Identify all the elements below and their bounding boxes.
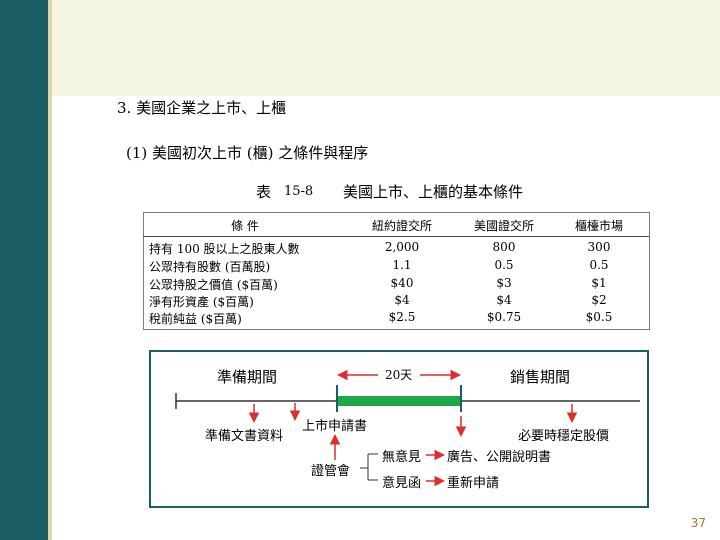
page-number: 37 bbox=[690, 516, 706, 530]
sec-label: 證管會 bbox=[311, 464, 351, 479]
timeline-graphics bbox=[175, 369, 640, 487]
comment-letter-label: 意見函 bbox=[382, 476, 422, 491]
stabilize-label: 必要時穩定股價 bbox=[518, 429, 610, 444]
sales-period-label: 銷售期間 bbox=[510, 368, 571, 386]
duration-label: 20天 bbox=[385, 368, 413, 382]
listing-application-label: 上市申請書 bbox=[302, 419, 368, 434]
ads-label: 廣告、公開說明書 bbox=[447, 450, 552, 465]
period-bar bbox=[337, 396, 461, 406]
reapply-label: 重新申請 bbox=[447, 476, 500, 491]
no-objection-label: 無意見 bbox=[382, 450, 422, 465]
prep-docs-label: 準備文書資料 bbox=[205, 429, 284, 444]
prep-period-label: 準備期間 bbox=[217, 368, 278, 386]
